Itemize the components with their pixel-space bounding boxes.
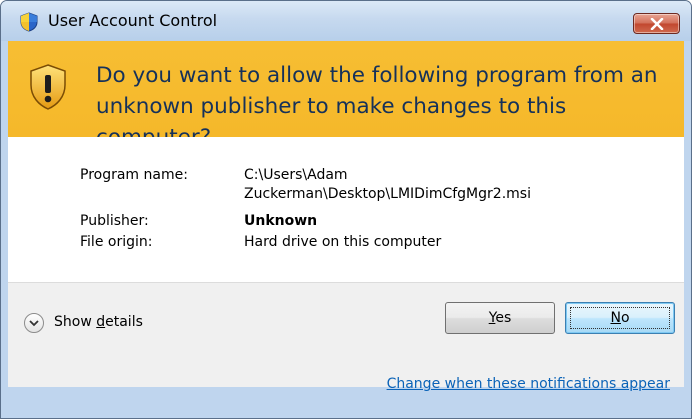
publisher-value: Unknown [244, 213, 318, 229]
file-origin-value: Hard drive on this computer [244, 234, 442, 250]
uac-dialog: User Account Control Do you want to allo… [0, 0, 692, 419]
no-button[interactable]: No [565, 302, 675, 334]
window-title: User Account Control [48, 11, 218, 30]
warning-shield-icon [28, 63, 68, 111]
file-origin-label: File origin: [80, 234, 153, 250]
change-notifications-link[interactable]: Change when these notifications appear [387, 376, 670, 392]
dialog-footer: Show details Yes No Change when these no… [8, 282, 684, 392]
program-details: Program name: C:\Users\Adam Zuckerman\De… [8, 137, 684, 282]
focus-rectangle [570, 307, 670, 329]
publisher-label: Publisher: [80, 213, 149, 229]
program-name-value-line1: C:\Users\Adam [244, 167, 348, 183]
close-icon [650, 18, 664, 30]
chevron-down-icon [24, 313, 44, 333]
uac-shield-icon [19, 12, 39, 32]
program-name-label: Program name: [80, 167, 188, 183]
close-button[interactable] [633, 13, 680, 34]
show-details-label: Show details [54, 314, 143, 330]
title-bar: User Account Control [1, 1, 691, 41]
program-name-value-line2: Zuckerman\Desktop\LMIDimCfgMgr2.msi [244, 186, 531, 202]
warning-banner: Do you want to allow the following progr… [8, 41, 684, 150]
yes-button[interactable]: Yes [445, 302, 555, 334]
